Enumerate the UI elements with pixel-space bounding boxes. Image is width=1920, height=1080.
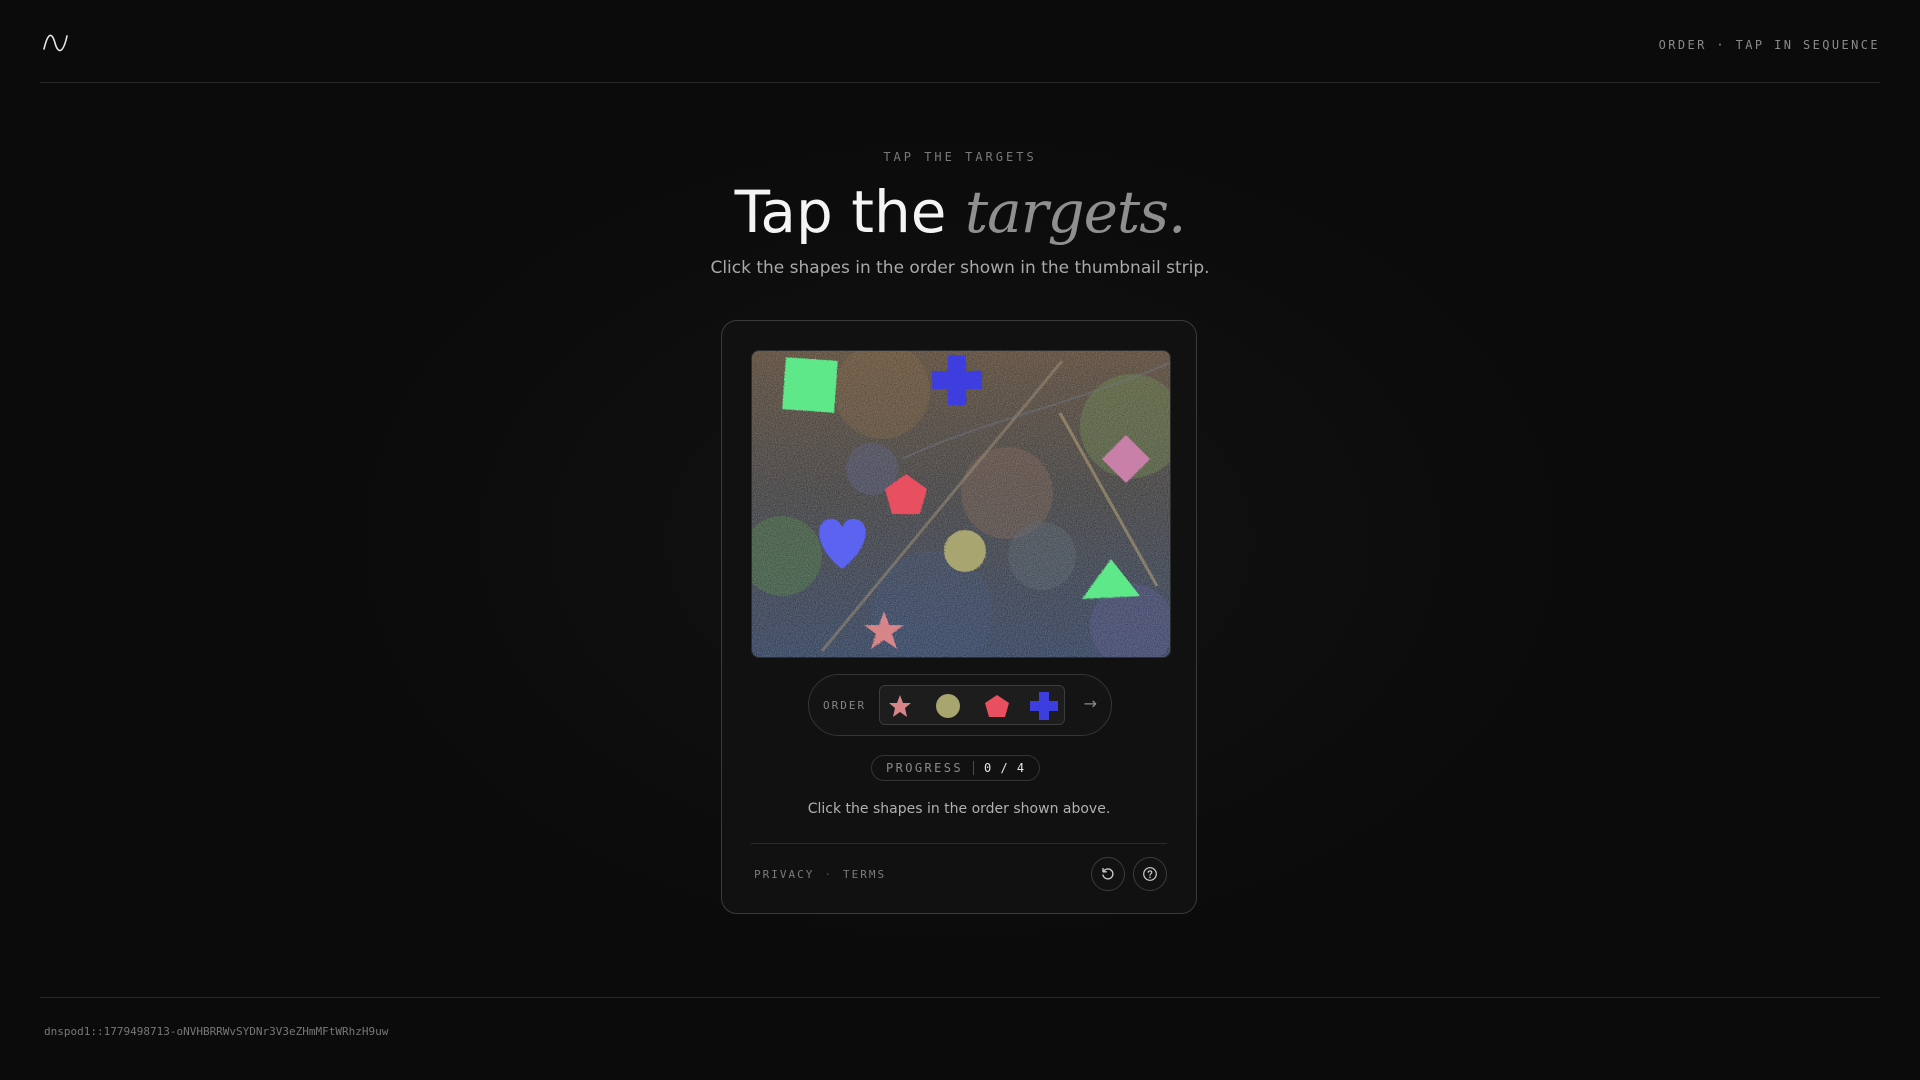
page-title: Tap the targets. [0, 176, 1920, 248]
progress-badge: PROGRESS 0 / 4 [871, 755, 1041, 781]
privacy-link[interactable]: PRIVACY [754, 868, 814, 881]
refresh-icon [1102, 867, 1114, 880]
session-token: dnspod1::1779498713-oNVHBRRWvSYDNr3V3eZH… [44, 1025, 389, 1038]
star-icon [889, 695, 911, 717]
order-strip: ORDER → [808, 674, 1112, 736]
top-bar: ORDER · TAP IN SEQUENCE [40, 0, 1880, 83]
terms-link[interactable]: TERMS [843, 868, 886, 881]
mode-label: ORDER · TAP IN SEQUENCE [1658, 38, 1880, 52]
captcha-card: ORDER → PROGRESS 0 / 4 Click the shapes … [721, 320, 1197, 914]
hero: TAP THE TARGETS Tap the targets. Click t… [0, 150, 1920, 278]
link-separator: · [824, 868, 833, 881]
progress-value: 0 / 4 [984, 761, 1026, 775]
pentagon-icon [985, 695, 1009, 717]
olive-circle-target[interactable] [944, 530, 986, 572]
order-arrow-icon: → [1083, 694, 1097, 713]
card-footer-links: PRIVACY · TERMS [754, 868, 886, 881]
page-subtitle: Click the shapes in the order shown in t… [710, 258, 1210, 278]
instruction-text: Click the shapes in the order shown abov… [807, 801, 1111, 817]
help-button[interactable] [1133, 857, 1167, 891]
progress-label: PROGRESS [886, 761, 963, 775]
green-square-target[interactable] [782, 357, 838, 413]
order-label: ORDER [823, 699, 867, 712]
wave-logo-icon[interactable] [43, 34, 69, 52]
card-divider [751, 843, 1167, 844]
title-emphasis: targets. [964, 178, 1187, 246]
circle-icon [936, 694, 960, 718]
page-divider [40, 997, 1880, 998]
progress-separator [973, 761, 974, 775]
eyebrow: TAP THE TARGETS [883, 150, 1037, 164]
help-icon [1143, 867, 1157, 881]
title-plain: Tap the [734, 178, 965, 246]
refresh-button[interactable] [1091, 857, 1125, 891]
thumbnail-strip [879, 685, 1065, 725]
challenge-canvas[interactable] [751, 350, 1171, 658]
cross-icon [1030, 692, 1058, 720]
